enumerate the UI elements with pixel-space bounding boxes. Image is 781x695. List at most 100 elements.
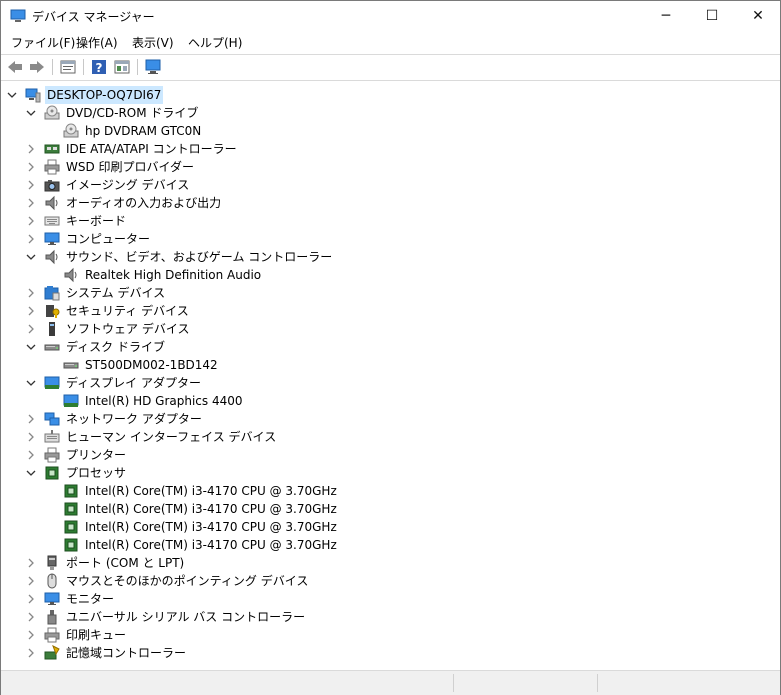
help-button[interactable]: ? <box>90 58 108 76</box>
tree-item[interactable]: WSD 印刷プロバイダー <box>1 158 780 176</box>
speaker-icon <box>64 267 77 283</box>
tree-item-label: ポート (COM と LPT) <box>66 556 185 570</box>
chevron-down-icon[interactable] <box>26 378 36 388</box>
window-title: デバイス マネージャー <box>32 10 155 24</box>
tree-item[interactable]: Intel(R) Core(TM) i3-4170 CPU @ 3.70GHz <box>1 482 780 500</box>
printer-icon <box>44 627 60 643</box>
menu-view[interactable]: 表示(V) <box>132 34 174 51</box>
scan-hardware-icon <box>145 59 161 74</box>
tree-item-label: ユニバーサル シリアル バス コントローラー <box>66 610 306 624</box>
tree-item-label: モニター <box>66 592 115 606</box>
tree-item[interactable]: 印刷キュー <box>1 626 780 644</box>
tree-item-label: オーディオの入力および出力 <box>66 196 222 210</box>
chevron-right-icon[interactable] <box>26 594 36 604</box>
tree-item[interactable]: ユニバーサル シリアル バス コントローラー <box>1 608 780 626</box>
tree-item[interactable]: マウスとそのほかのポインティング デバイス <box>1 572 780 590</box>
hid-icon <box>44 430 60 443</box>
tree-item[interactable]: ソフトウェア デバイス <box>1 320 780 338</box>
chevron-right-icon[interactable] <box>26 198 36 208</box>
tree-item[interactable]: ST500DM002-1BD142 <box>1 356 780 374</box>
tree-item-label: Intel(R) Core(TM) i3-4170 CPU @ 3.70GHz <box>85 502 337 516</box>
tree-item-label: DVD/CD-ROM ドライブ <box>66 106 199 120</box>
chevron-right-icon[interactable] <box>26 324 36 334</box>
chevron-right-icon[interactable] <box>26 288 36 298</box>
tree-item[interactable]: ヒューマン インターフェイス デバイス <box>1 428 780 446</box>
chevron-right-icon[interactable] <box>26 180 36 190</box>
tree-item[interactable]: Realtek High Definition Audio <box>1 266 780 284</box>
tree-item[interactable]: hp DVDRAM GTC0N <box>1 122 780 140</box>
chevron-down-icon[interactable] <box>26 468 36 478</box>
chevron-right-icon[interactable] <box>26 558 36 568</box>
tree-item[interactable]: コンピューター <box>1 230 780 248</box>
tree-item[interactable]: イメージング デバイス <box>1 176 780 194</box>
chevron-down-icon[interactable] <box>26 252 36 262</box>
tree-item[interactable]: セキュリティ デバイス <box>1 302 780 320</box>
tree-item[interactable]: Intel(R) Core(TM) i3-4170 CPU @ 3.70GHz <box>1 500 780 518</box>
chevron-down-icon[interactable] <box>26 108 36 118</box>
close-button[interactable]: ✕ <box>735 1 781 31</box>
tree-item-label: プリンター <box>66 448 127 462</box>
tree-item[interactable]: システム デバイス <box>1 284 780 302</box>
tree-item[interactable]: モニター <box>1 590 780 608</box>
menu-file[interactable]: ファイル(F) <box>11 34 75 51</box>
chevron-right-icon[interactable] <box>26 144 36 154</box>
tree-item[interactable]: Intel(R) Core(TM) i3-4170 CPU @ 3.70GHz <box>1 536 780 554</box>
computer-root-icon <box>25 88 41 103</box>
processor-icon <box>64 502 78 516</box>
tree-item[interactable]: 記憶域コントローラー <box>1 644 780 662</box>
menu-help[interactable]: ヘルプ(H) <box>188 34 242 51</box>
title-bar[interactable]: デバイス マネージャー ─ ☐ ✕ <box>1 1 780 31</box>
tree-item-label: WSD 印刷プロバイダー <box>66 160 195 174</box>
tree-item[interactable]: Intel(R) HD Graphics 4400 <box>1 392 780 410</box>
monitor-icon <box>44 232 60 245</box>
chevron-right-icon[interactable] <box>26 306 36 316</box>
menu-bar: ファイル(F) 操作(A) 表示(V) ヘルプ(H) <box>1 31 780 53</box>
chevron-right-icon[interactable] <box>26 414 36 424</box>
device-tree[interactable]: DESKTOP-OQ7DI67 DVD/CD-ROM ドライブ hp DVDRAM … <box>1 83 780 670</box>
processor-icon <box>45 466 59 480</box>
scan-hardware-button[interactable] <box>144 58 162 76</box>
chevron-right-icon[interactable] <box>26 432 36 442</box>
chevron-right-icon[interactable] <box>26 630 36 640</box>
close-icon: ✕ <box>752 8 764 24</box>
tree-item[interactable]: ネットワーク アダプター <box>1 410 780 428</box>
chevron-right-icon[interactable] <box>26 234 36 244</box>
chevron-right-icon[interactable] <box>26 612 36 622</box>
chevron-down-icon[interactable] <box>7 90 17 100</box>
tree-item[interactable]: ディスプレイ アダプター <box>1 374 780 392</box>
tree-item[interactable]: キーボード <box>1 212 780 230</box>
tree-item[interactable]: IDE ATA/ATAPI コントローラー <box>1 140 780 158</box>
tree-item-label: セキュリティ デバイス <box>66 304 189 318</box>
tree-item-label: IDE ATA/ATAPI コントローラー <box>66 142 237 156</box>
tree-item[interactable]: オーディオの入力および出力 <box>1 194 780 212</box>
tree-item[interactable]: ディスク ドライブ <box>1 338 780 356</box>
tree-item-label: マウスとそのほかのポインティング デバイス <box>66 574 309 588</box>
back-button[interactable] <box>6 58 24 76</box>
chevron-right-icon[interactable] <box>26 162 36 172</box>
chevron-down-icon[interactable] <box>26 342 36 352</box>
minimize-button[interactable]: ─ <box>643 1 689 31</box>
tree-item[interactable]: プリンター <box>1 446 780 464</box>
tree-item-label: Intel(R) Core(TM) i3-4170 CPU @ 3.70GHz <box>85 538 337 552</box>
chevron-right-icon[interactable] <box>26 450 36 460</box>
mouse-icon <box>47 573 57 589</box>
tree-item-label: ネットワーク アダプター <box>66 412 202 426</box>
properties-button[interactable] <box>59 58 77 76</box>
view-button[interactable] <box>113 58 131 76</box>
maximize-button[interactable]: ☐ <box>689 1 735 31</box>
tree-item[interactable]: ポート (COM と LPT) <box>1 554 780 572</box>
chevron-right-icon[interactable] <box>26 648 36 658</box>
forward-button[interactable] <box>28 58 46 76</box>
chevron-right-icon[interactable] <box>26 576 36 586</box>
tree-item[interactable]: プロセッサ <box>1 464 780 482</box>
tree-item[interactable]: DESKTOP-OQ7DI67 <box>1 86 780 104</box>
properties-icon <box>60 60 76 74</box>
tree-item[interactable]: DVD/CD-ROM ドライブ <box>1 104 780 122</box>
dvd-drive-icon <box>44 105 60 120</box>
menu-action[interactable]: 操作(A) <box>76 34 118 51</box>
tree-item[interactable]: Intel(R) Core(TM) i3-4170 CPU @ 3.70GHz <box>1 518 780 536</box>
chevron-right-icon[interactable] <box>26 216 36 226</box>
tree-item-label: ヒューマン インターフェイス デバイス <box>66 430 277 444</box>
processor-icon <box>64 484 78 498</box>
tree-item[interactable]: サウンド、ビデオ、およびゲーム コントローラー <box>1 248 780 266</box>
